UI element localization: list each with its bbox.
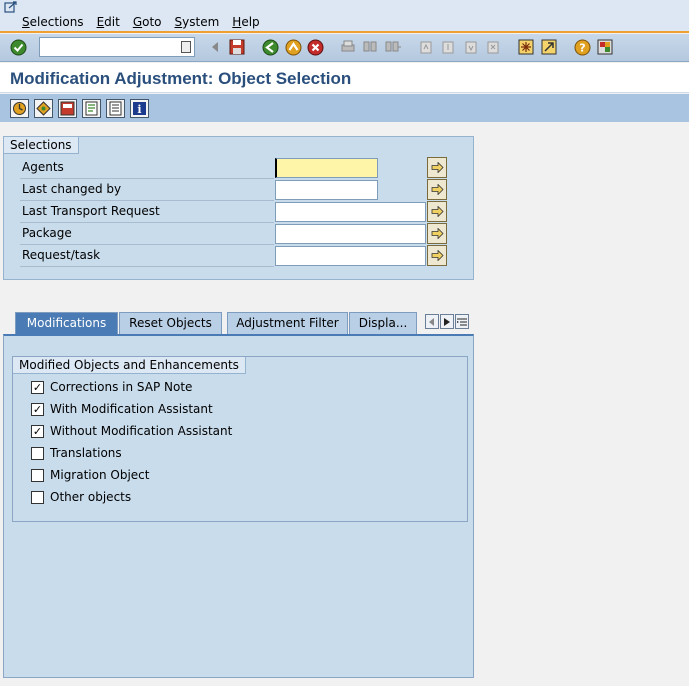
migration-object-label: Migration Object <box>50 468 150 482</box>
request-task-row: Request/task <box>20 245 478 267</box>
tab-list-icon <box>457 318 467 325</box>
execute-icon[interactable] <box>10 99 29 118</box>
tab-scroll-right-button[interactable] <box>440 314 454 329</box>
history-back-icon[interactable] <box>206 38 224 56</box>
page-title: Modification Adjustment: Object Selectio… <box>10 69 352 88</box>
agents-row: Agents <box>20 157 478 179</box>
with-modification-assistant-option[interactable]: ✓ With Modification Assistant <box>31 400 213 418</box>
selections-group-title: Selections <box>4 137 79 154</box>
prev-page-icon <box>439 38 457 56</box>
arrow-right-icon <box>431 184 444 195</box>
other-objects-option[interactable]: Other objects <box>31 488 131 506</box>
last-page-icon <box>484 38 502 56</box>
arrow-right-icon <box>431 206 444 217</box>
other-objects-checkbox[interactable] <box>31 490 44 504</box>
menu-edit[interactable]: Edit <box>97 15 120 29</box>
exit-icon[interactable] <box>284 38 302 56</box>
save-icon[interactable] <box>228 38 246 56</box>
dropdown-icon[interactable] <box>181 41 191 53</box>
last-transport-request-label: Last Transport Request <box>20 204 274 223</box>
arrow-right-icon <box>431 228 444 239</box>
shortcut-icon[interactable] <box>540 38 558 56</box>
last-changed-by-label: Last changed by <box>20 182 274 201</box>
standard-toolbar: ? <box>0 34 689 62</box>
menu: Selections Edit Goto System Help <box>22 15 273 29</box>
migration-object-checkbox[interactable] <box>31 468 44 482</box>
agents-multiple-selection-button[interactable] <box>427 157 447 178</box>
tab-display[interactable]: Displa... <box>349 312 417 334</box>
corrections-in-sap-note-checkbox[interactable]: ✓ <box>31 380 44 394</box>
title-bar: Modification Adjustment: Object Selectio… <box>0 63 689 93</box>
modified-objects-group-title: Modified Objects and Enhancements <box>13 357 246 374</box>
tab-panel-modifications: Modified Objects and Enhancements ✓ Corr… <box>3 334 474 678</box>
with-modification-assistant-checkbox[interactable]: ✓ <box>31 402 44 416</box>
menu-bar: Selections Edit Goto System Help <box>0 0 689 33</box>
tab-strip: Modifications Reset Objects Adjustment F… <box>15 312 474 334</box>
list-icon[interactable] <box>106 99 125 118</box>
with-modification-assistant-label: With Modification Assistant <box>50 402 213 416</box>
last-transport-request-row: Last Transport Request <box>20 201 478 223</box>
chevron-right-icon <box>444 317 450 326</box>
package-multiple-selection-button[interactable] <box>427 223 447 244</box>
back-icon[interactable] <box>261 38 279 56</box>
tab-modifications[interactable]: Modifications <box>15 312 118 334</box>
new-session-icon[interactable] <box>517 38 535 56</box>
svg-text:?: ? <box>579 41 585 54</box>
edit-icon[interactable] <box>82 99 101 118</box>
menu-goto[interactable]: Goto <box>133 15 162 29</box>
tab-adjustment-filter[interactable]: Adjustment Filter <box>227 312 348 334</box>
translations-option[interactable]: Translations <box>31 444 122 462</box>
request-task-input[interactable] <box>275 246 426 266</box>
package-row: Package <box>20 223 478 245</box>
package-label: Package <box>20 226 274 245</box>
help-icon[interactable]: ? <box>573 38 591 56</box>
tab-list-button[interactable] <box>455 314 469 329</box>
menu-system[interactable]: System <box>175 15 220 29</box>
without-modification-assistant-label: Without Modification Assistant <box>50 424 233 438</box>
last-transport-request-multiple-selection-button[interactable] <box>427 201 447 222</box>
svg-text:i: i <box>137 103 141 116</box>
arrow-right-icon <box>431 162 444 173</box>
translations-label: Translations <box>50 446 122 460</box>
translations-checkbox[interactable] <box>31 446 44 460</box>
print-icon <box>339 38 357 56</box>
without-modification-assistant-option[interactable]: ✓ Without Modification Assistant <box>31 422 232 440</box>
tab-reset-objects[interactable]: Reset Objects <box>119 312 222 334</box>
menu-selections[interactable]: Selections <box>22 15 84 29</box>
request-task-label: Request/task <box>20 248 274 267</box>
find-icon <box>361 38 379 56</box>
save-variant-icon[interactable] <box>58 99 77 118</box>
command-field[interactable] <box>39 37 195 57</box>
next-page-icon <box>462 38 480 56</box>
menu-help[interactable]: Help <box>232 15 259 29</box>
request-task-multiple-selection-button[interactable] <box>427 245 447 266</box>
selections-group: Selections Agents Last changed by Last T… <box>3 136 474 280</box>
variant-icon[interactable] <box>34 99 53 118</box>
without-modification-assistant-checkbox[interactable]: ✓ <box>31 424 44 438</box>
find-next-icon <box>384 38 402 56</box>
last-changed-by-row: Last changed by <box>20 179 478 201</box>
last-changed-by-multiple-selection-button[interactable] <box>427 179 447 200</box>
enter-icon[interactable] <box>9 38 27 56</box>
migration-object-option[interactable]: Migration Object <box>31 466 149 484</box>
cancel-icon[interactable] <box>306 38 324 56</box>
agents-input[interactable] <box>275 158 378 178</box>
application-toolbar: i <box>0 94 689 122</box>
corrections-in-sap-note-option[interactable]: ✓ Corrections in SAP Note <box>31 378 192 396</box>
last-changed-by-input[interactable] <box>275 180 378 200</box>
modified-objects-group: Modified Objects and Enhancements ✓ Corr… <box>12 356 468 522</box>
last-transport-request-input[interactable] <box>275 202 426 222</box>
layout-icon[interactable] <box>596 38 614 56</box>
agents-label: Agents <box>20 160 274 179</box>
corrections-in-sap-note-label: Corrections in SAP Note <box>50 380 193 394</box>
system-menu-icon[interactable] <box>4 1 18 13</box>
first-page-icon <box>417 38 435 56</box>
arrow-right-icon <box>431 250 444 261</box>
package-input[interactable] <box>275 224 426 244</box>
chevron-left-icon <box>429 317 434 326</box>
tab-scroll-left-button[interactable] <box>425 314 439 329</box>
other-objects-label: Other objects <box>50 490 132 504</box>
info-icon[interactable]: i <box>130 99 149 118</box>
